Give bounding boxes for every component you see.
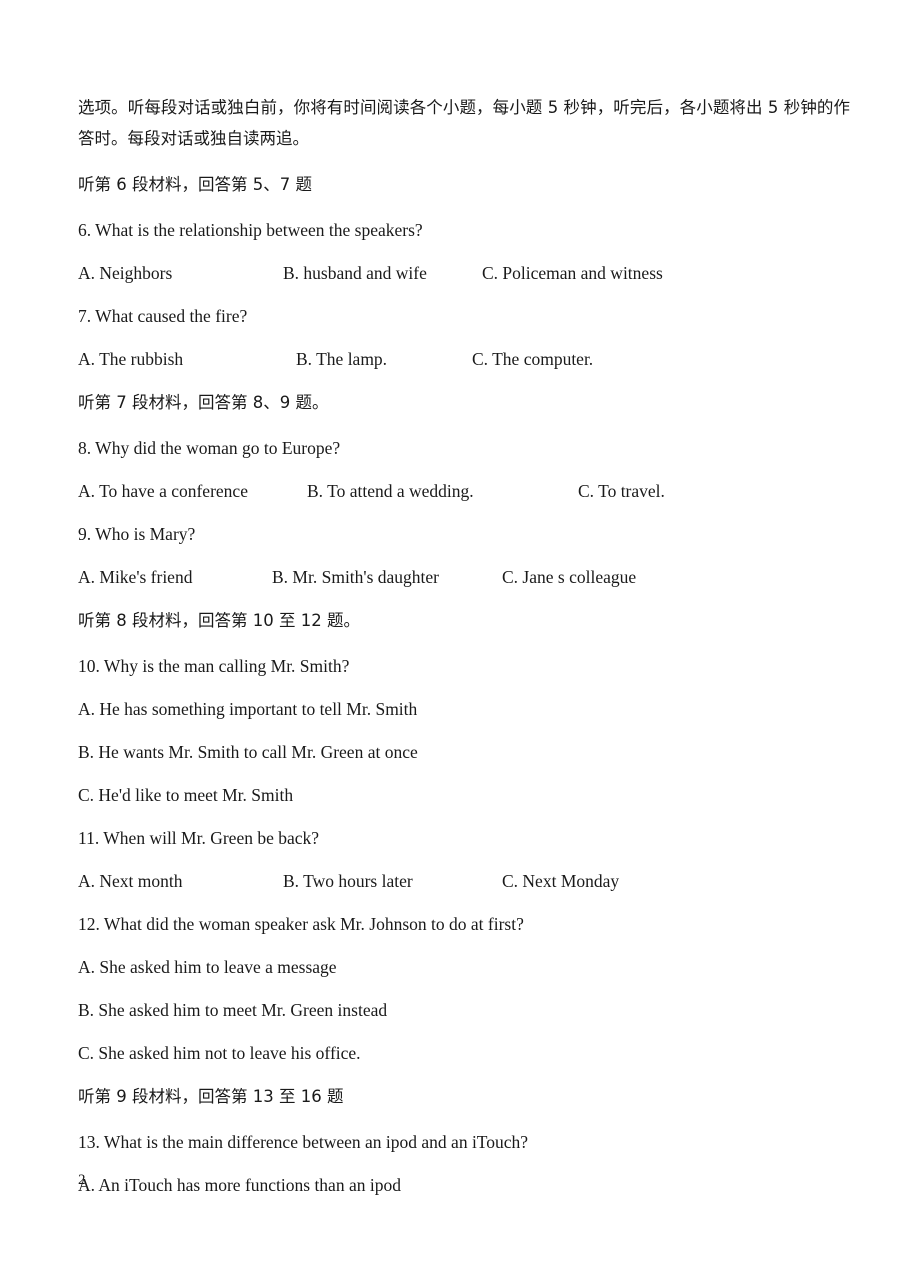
answer-option-row: A. Mike's friend B. Mr. Smith's daughter C…: [78, 564, 848, 590]
question-prompt: 11. When will Mr. Green be back?: [78, 828, 320, 848]
answer-option[interactable]: C. He'd like to meet Mr. Smith: [78, 782, 848, 808]
answer-option-row: A. Next month B. Two hours later C. Next M…: [78, 868, 848, 894]
question-prompt: 13. What is the main difference between …: [78, 1132, 529, 1152]
answer-option[interactable]: A. To have a conference: [78, 478, 248, 504]
question-sections: 听第 6 段材料，回答第 5、7 题 6. What is the relatio…: [78, 171, 848, 1198]
question-prompt: 6. What is the relationship between the …: [78, 220, 423, 240]
page-content: 选项。听每段对话或独白前，你将有时间阅读各个小题，每小题 5 秒钟，听完后，各小…: [78, 92, 850, 1215]
answer-option[interactable]: B. Mr. Smith's daughter: [272, 564, 439, 590]
answer-option[interactable]: C. To travel.: [578, 478, 665, 504]
listening-instructions-paragraph: 选项。听每段对话或独白前，你将有时间阅读各个小题，每小题 5 秒钟，听完后，各小…: [78, 98, 850, 148]
answer-option-row: A. Neighbors B. husband and wife C. Police…: [78, 260, 848, 286]
answer-option[interactable]: A. She asked him to leave a message: [78, 954, 848, 980]
answer-option-row: A. To have a conference B. To attend a we…: [78, 478, 848, 504]
answer-option[interactable]: C. The computer.: [472, 346, 593, 372]
section-heading: 听第 8 段材料，回答第 10 至 12 题。: [78, 611, 360, 630]
answer-option[interactable]: A. Neighbors: [78, 260, 172, 286]
answer-option[interactable]: B. Two hours later: [283, 868, 413, 894]
section-heading: 听第 9 段材料，回答第 13 至 16 题: [78, 1087, 344, 1106]
answer-option[interactable]: A. Next month: [78, 868, 183, 894]
answer-option[interactable]: B. To attend a wedding.: [307, 478, 474, 504]
answer-option[interactable]: A. An iTouch has more functions than an …: [78, 1172, 848, 1198]
answer-option[interactable]: A. He has something important to tell Mr…: [78, 696, 848, 722]
question-prompt: 7. What caused the fire?: [78, 306, 248, 326]
question-prompt: 9. Who is Mary?: [78, 524, 196, 544]
document-page: 选项。听每段对话或独白前，你将有时间阅读各个小题，每小题 5 秒钟，听完后，各小…: [0, 0, 920, 1274]
answer-option[interactable]: C. Policeman and witness: [482, 260, 663, 286]
answer-option[interactable]: A. Mike's friend: [78, 564, 192, 590]
answer-option[interactable]: B. She asked him to meet Mr. Green inste…: [78, 997, 848, 1023]
answer-option[interactable]: C. She asked him not to leave his office…: [78, 1040, 848, 1066]
answer-option[interactable]: B. husband and wife: [283, 260, 427, 286]
section-heading: 听第 6 段材料，回答第 5、7 题: [78, 175, 312, 194]
section-heading: 听第 7 段材料，回答第 8、9 题。: [78, 393, 329, 412]
question-prompt: 8. Why did the woman go to Europe?: [78, 438, 341, 458]
answer-option[interactable]: B. The lamp.: [296, 346, 387, 372]
answer-option[interactable]: A. The rubbish: [78, 346, 183, 372]
question-prompt: 12. What did the woman speaker ask Mr. J…: [78, 914, 524, 934]
answer-option[interactable]: C. Next Monday: [502, 868, 619, 894]
answer-option[interactable]: B. He wants Mr. Smith to call Mr. Green …: [78, 739, 848, 765]
page-number: 2: [78, 1172, 86, 1188]
answer-option-row: A. The rubbish B. The lamp. C. The compute…: [78, 346, 848, 372]
answer-option[interactable]: C. Jane s colleague: [502, 564, 636, 590]
question-prompt: 10. Why is the man calling Mr. Smith?: [78, 656, 350, 676]
